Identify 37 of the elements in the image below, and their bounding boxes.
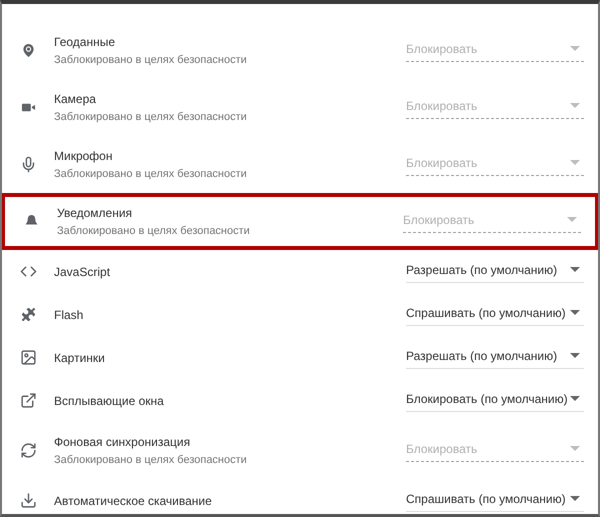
setting-title: Всплывающие окна (54, 392, 165, 408)
setting-subtitle: Заблокировано в целях безопасности (54, 52, 248, 68)
puzzle-piece-icon (20, 306, 37, 323)
permission-dropdown[interactable]: Блокировать (по умолчанию) (406, 390, 584, 412)
location-pin-icon (20, 42, 37, 59)
setting-title: Камера (54, 90, 97, 106)
permission-dropdown[interactable]: Спрашивать (по умолчанию) (406, 490, 584, 512)
caret-icon (567, 217, 577, 222)
setting-title: Автоматическое скачивание (54, 492, 213, 508)
setting-subtitle: Заблокировано в целях безопасности (54, 452, 248, 468)
caret-icon (570, 267, 580, 272)
caret-icon (570, 353, 580, 358)
setting-title: Картинки (54, 350, 106, 366)
setting-subtitle: Заблокировано в целях безопасности (57, 224, 251, 238)
setting-title: Фоновая синхронизация (54, 434, 192, 450)
external-link-icon (20, 392, 37, 409)
setting-title: JavaScript (54, 264, 112, 280)
caret-icon (570, 310, 580, 315)
caret-icon (570, 496, 580, 501)
setting-title: Flash (54, 306, 84, 322)
caret-icon (570, 160, 580, 165)
caret-icon (570, 103, 580, 108)
caret-icon (570, 446, 580, 451)
sync-icon (20, 442, 37, 459)
image-icon (20, 349, 37, 366)
permission-dropdown[interactable]: Спрашивать (по умолчанию) (406, 304, 584, 326)
setting-subtitle: Заблокировано в целях безопасности (54, 166, 248, 182)
setting-title: Уведомления (57, 204, 134, 220)
permission-dropdown[interactable]: Разрешать (по умолчанию) (406, 260, 584, 282)
setting-title: Микрофон (54, 148, 114, 164)
caret-icon (570, 46, 580, 51)
setting-subtitle: Заблокировано в целях безопасности (54, 110, 248, 124)
microphone-icon (20, 156, 37, 173)
setting-title: Геоданные (54, 34, 116, 50)
download-icon (20, 492, 37, 509)
caret-icon (570, 396, 580, 401)
permission-dropdown[interactable]: Разрешать (по умолчанию) (406, 346, 584, 368)
